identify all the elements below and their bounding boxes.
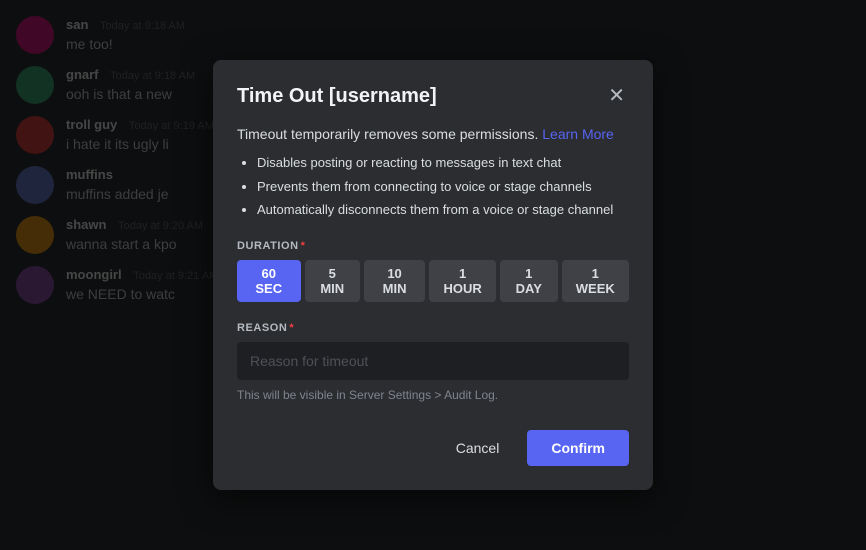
modal-footer: Cancel Confirm xyxy=(237,430,629,466)
close-button[interactable]: ✕ xyxy=(604,84,629,108)
modal-header: Time Out [username] ✕ xyxy=(237,84,629,108)
bullet-item-1: Disables posting or reacting to messages… xyxy=(257,153,629,173)
duration-10min[interactable]: 10 MIN xyxy=(364,260,425,302)
duration-1week[interactable]: 1 WEEK xyxy=(562,260,630,302)
duration-buttons: 60 SEC 5 MIN 10 MIN 1 HOUR 1 DAY 1 WEEK xyxy=(237,260,629,302)
learn-more-link[interactable]: Learn More xyxy=(542,126,614,142)
audit-note: This will be visible in Server Settings … xyxy=(237,388,629,402)
duration-1day[interactable]: 1 DAY xyxy=(500,260,557,302)
reason-input[interactable] xyxy=(237,342,629,380)
duration-60sec[interactable]: 60 SEC xyxy=(237,260,301,302)
duration-required-star: * xyxy=(301,240,306,252)
reason-required-star: * xyxy=(289,322,294,334)
timeout-modal: Time Out [username] ✕ Timeout temporaril… xyxy=(213,60,653,490)
duration-label: DURATION* xyxy=(237,240,629,252)
bullet-item-3: Automatically disconnects them from a vo… xyxy=(257,200,629,220)
bullet-item-2: Prevents them from connecting to voice o… xyxy=(257,177,629,197)
bullet-list: Disables posting or reacting to messages… xyxy=(237,153,629,220)
duration-1hour[interactable]: 1 HOUR xyxy=(429,260,496,302)
cancel-button[interactable]: Cancel xyxy=(440,430,516,466)
modal-overlay: Time Out [username] ✕ Timeout temporaril… xyxy=(0,0,866,550)
modal-description: Timeout temporarily removes some permiss… xyxy=(237,124,629,145)
reason-label: REASON* xyxy=(237,322,629,334)
duration-5min[interactable]: 5 MIN xyxy=(305,260,360,302)
modal-title: Time Out [username] xyxy=(237,85,437,108)
confirm-button[interactable]: Confirm xyxy=(527,430,629,466)
